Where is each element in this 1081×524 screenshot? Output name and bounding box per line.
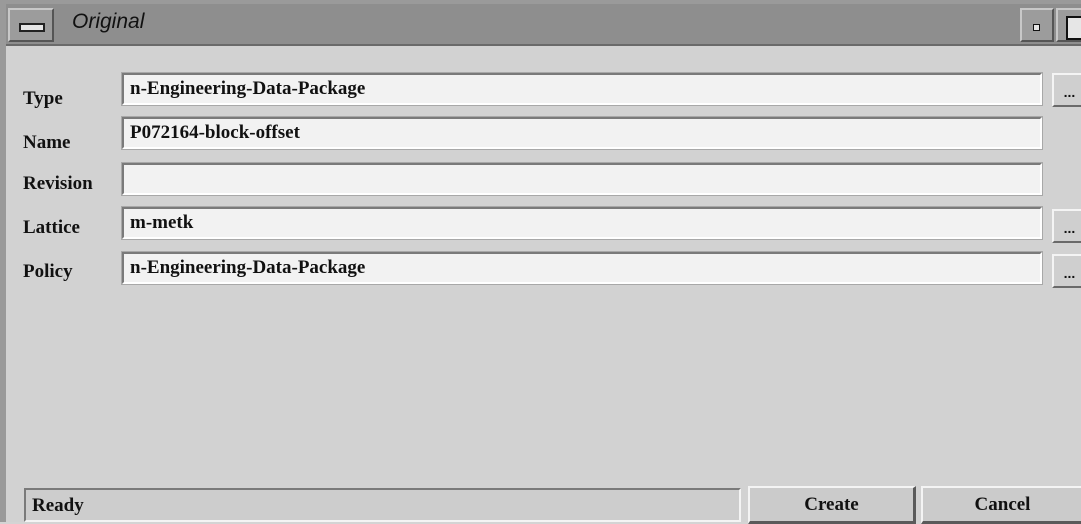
revision-field[interactable] bbox=[121, 162, 1043, 196]
type-label: Type bbox=[23, 88, 63, 109]
window-menu-button[interactable] bbox=[8, 8, 54, 42]
lattice-label: Lattice bbox=[23, 217, 80, 238]
window-title: Original bbox=[72, 10, 145, 33]
title-bar[interactable]: Original bbox=[6, 4, 1081, 46]
maximize-button[interactable] bbox=[1056, 8, 1081, 42]
policy-field[interactable]: n-Engineering-Data-Package bbox=[121, 251, 1043, 285]
lattice-browse-button[interactable]: ... bbox=[1052, 209, 1081, 243]
policy-browse-button[interactable]: ... bbox=[1052, 254, 1081, 288]
revision-label: Revision bbox=[23, 173, 93, 194]
maximize-icon bbox=[1066, 16, 1081, 40]
minimize-icon bbox=[1033, 24, 1040, 31]
name-label: Name bbox=[23, 132, 71, 153]
window-menu-icon bbox=[19, 23, 45, 32]
lattice-field[interactable]: m-metk bbox=[121, 206, 1043, 240]
name-field[interactable]: P072164-block-offset bbox=[121, 116, 1043, 150]
status-bar: Ready bbox=[24, 488, 741, 522]
create-button[interactable]: Create bbox=[748, 486, 916, 524]
cancel-button[interactable]: Cancel bbox=[921, 486, 1081, 524]
type-browse-button[interactable]: ... bbox=[1052, 73, 1081, 107]
policy-label: Policy bbox=[23, 261, 73, 282]
dialog-window: Original Type n-Engineering-Data-Package… bbox=[0, 0, 1081, 524]
minimize-button[interactable] bbox=[1020, 8, 1054, 42]
type-field[interactable]: n-Engineering-Data-Package bbox=[121, 72, 1043, 106]
